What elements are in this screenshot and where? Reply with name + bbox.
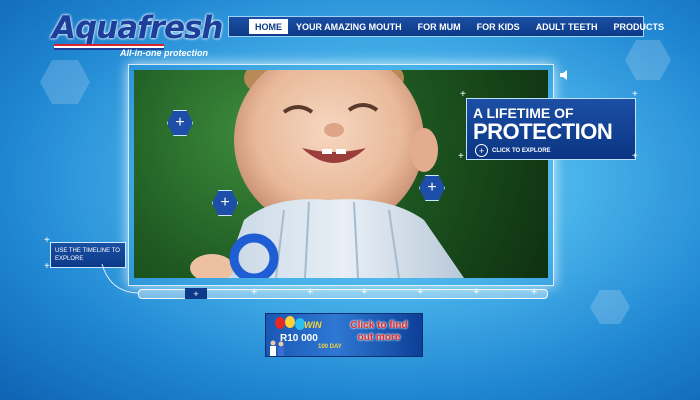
crosshair-icon: + bbox=[460, 89, 466, 100]
nav-adult-teeth[interactable]: ADULT TEETH bbox=[528, 17, 606, 36]
plus-circle-icon: + bbox=[475, 144, 488, 157]
background-hexagon bbox=[40, 60, 90, 104]
main-nav: HOME YOUR AMAZING MOUTH FOR MUM FOR KIDS… bbox=[228, 16, 664, 37]
timeline-marker-plus-icon[interactable]: + bbox=[361, 286, 367, 298]
feature-headline-box[interactable]: A LIFETIME OF PROTECTION + CLICK TO EXPL… bbox=[466, 98, 636, 160]
timeline-marker-plus-icon[interactable]: + bbox=[251, 286, 257, 298]
background-hexagon bbox=[590, 290, 630, 324]
crosshair-icon: + bbox=[632, 151, 638, 162]
timeline-handle[interactable]: + bbox=[185, 288, 207, 299]
timeline-marker-plus-icon[interactable]: + bbox=[531, 286, 537, 298]
timeline-connector bbox=[101, 264, 139, 294]
promo-period: 100 DAY bbox=[318, 344, 342, 350]
click-to-explore-label: CLICK TO EXPLORE bbox=[492, 147, 551, 154]
promo-win-text: WIN bbox=[304, 320, 322, 330]
crosshair-icon: + bbox=[44, 261, 50, 272]
timeline-marker-plus-icon[interactable]: + bbox=[417, 286, 423, 298]
promo-amount: R10 000 bbox=[280, 333, 318, 344]
headline-line-2: PROTECTION bbox=[473, 119, 613, 144]
crosshair-icon: + bbox=[632, 89, 638, 100]
background-hexagon bbox=[625, 40, 671, 80]
logo-tagline: All-in-one protection bbox=[120, 48, 208, 58]
nav-products[interactable]: PRODUCTS bbox=[606, 17, 673, 36]
aquafresh-logo[interactable]: Aquafresh All-in-one protection bbox=[50, 10, 230, 58]
promo-banner[interactable]: WIN R10 000 100 DAY Click to find out mo… bbox=[265, 313, 423, 357]
timeline-track[interactable]: + + + + + + + bbox=[138, 286, 548, 299]
click-to-explore-link[interactable]: + CLICK TO EXPLORE bbox=[475, 144, 551, 157]
logo-wordmark: Aquafresh bbox=[52, 10, 223, 46]
speaker-icon[interactable] bbox=[559, 69, 571, 81]
nav-for-kids[interactable]: FOR KIDS bbox=[469, 17, 528, 36]
nav-your-amazing-mouth[interactable]: YOUR AMAZING MOUTH bbox=[288, 17, 410, 36]
nav-home[interactable]: HOME bbox=[249, 19, 288, 34]
crosshair-icon: + bbox=[458, 151, 464, 162]
timeline-marker-plus-icon[interactable]: + bbox=[307, 286, 313, 298]
promo-cta[interactable]: Click to find out more bbox=[342, 320, 416, 344]
crosshair-icon: + bbox=[44, 235, 50, 246]
nav-for-mum[interactable]: FOR MUM bbox=[410, 17, 469, 36]
timeline-marker-plus-icon[interactable]: + bbox=[473, 286, 479, 298]
timeline-hint-text: USE THE TIMELINE TO EXPLORE bbox=[55, 248, 120, 262]
